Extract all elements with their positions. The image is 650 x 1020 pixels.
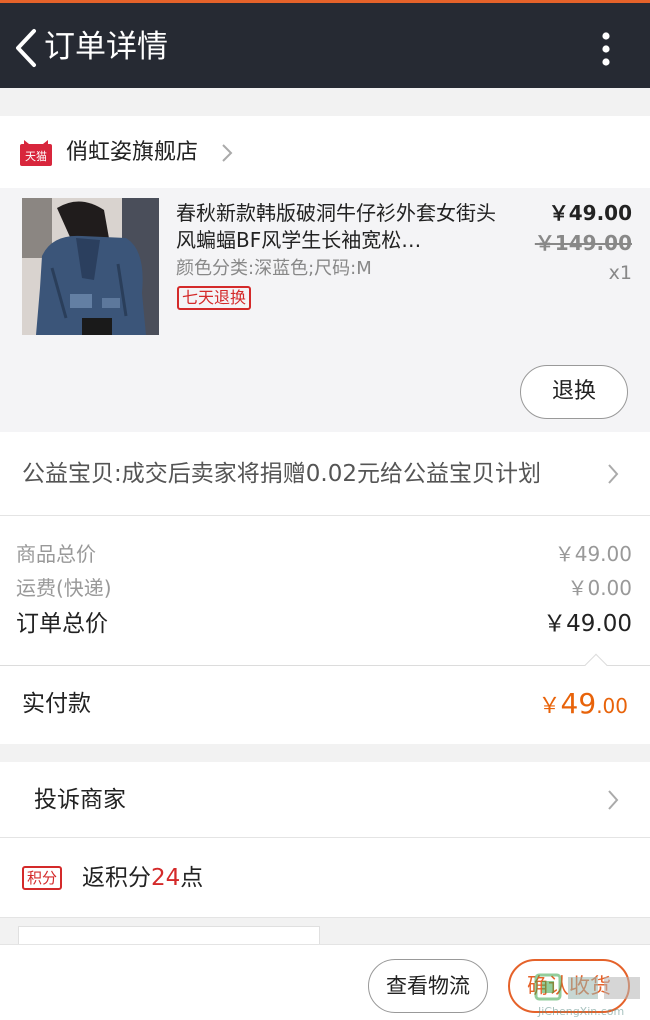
- top-nav-bar: 订单详情: [0, 0, 650, 88]
- product-quantity: x1: [608, 262, 632, 284]
- chevron-left-icon[interactable]: [12, 27, 42, 69]
- confirm-receipt-button[interactable]: 确认收货: [508, 959, 630, 1013]
- points-text: 返积分24点: [82, 862, 203, 894]
- seven-day-return-badge: 七天退换: [177, 286, 252, 310]
- points-prefix: 返积分: [82, 865, 151, 891]
- complain-merchant-label: 投诉商家: [34, 787, 126, 813]
- amount-paid-label: 实付款: [22, 691, 91, 717]
- amount-paid-value: ￥49.00: [539, 686, 628, 726]
- chevron-right-icon: [608, 464, 619, 484]
- goods-total-label: 商品总价: [16, 542, 96, 566]
- order-item[interactable]: 春秋新款韩版破洞牛仔衫外套女街头风蝙蝠BF风学生长袖宽松… 颜色分类:深蓝色;尺…: [0, 188, 650, 432]
- amount-decimal: .00: [596, 694, 628, 718]
- shipping-value: ￥0.00: [567, 576, 632, 600]
- points-suffix: 点: [180, 865, 204, 891]
- svg-text:天猫: 天猫: [25, 150, 47, 163]
- product-original-price: ￥149.00: [534, 231, 632, 255]
- shop-row[interactable]: 天猫 俏虹姿旗舰店: [0, 116, 650, 188]
- bottom-action-bar: 查看物流 确认收货 JiChengXin.com: [0, 944, 650, 1020]
- return-exchange-button[interactable]: 退换: [520, 365, 628, 419]
- order-total-label: 订单总价: [16, 611, 108, 637]
- tmall-logo-icon: 天猫: [20, 140, 52, 166]
- product-title[interactable]: 春秋新款韩版破洞牛仔衫外套女街头风蝙蝠BF风学生长袖宽松…: [176, 200, 506, 254]
- charity-row[interactable]: 公益宝贝:成交后卖家将捐赠0.02元给公益宝贝计划: [0, 432, 650, 516]
- shop-name[interactable]: 俏虹姿旗舰店: [66, 138, 198, 168]
- points-row: 积分 返积分24点: [0, 838, 650, 918]
- chevron-right-icon: [222, 144, 233, 162]
- charity-text: 公益宝贝:成交后卖家将捐赠0.02元给公益宝贝计划: [22, 461, 541, 487]
- points-badge: 积分: [22, 866, 63, 890]
- price-summary: 商品总价 ￥49.00 运费(快递) ￥0.00 订单总价 ￥49.00: [0, 516, 650, 666]
- shipping-label: 运费(快递): [16, 576, 112, 600]
- product-spec: 颜色分类:深蓝色;尺码:M: [176, 258, 372, 279]
- product-price: ￥49.00: [548, 201, 632, 225]
- order-total-value: ￥49.00: [543, 611, 632, 637]
- product-thumbnail[interactable]: [22, 198, 159, 335]
- currency-symbol: ￥: [538, 694, 561, 719]
- chevron-right-icon: [608, 790, 619, 810]
- points-value: 24: [151, 865, 181, 891]
- view-logistics-button[interactable]: 查看物流: [368, 959, 488, 1013]
- goods-total-value: ￥49.00: [554, 542, 632, 566]
- amount-paid-row: 实付款 ￥49.00: [0, 653, 650, 744]
- more-vertical-icon[interactable]: [596, 29, 616, 69]
- amount-integer: 49: [560, 687, 597, 720]
- complain-merchant-row[interactable]: 投诉商家: [0, 762, 650, 838]
- page-title: 订单详情: [44, 29, 168, 65]
